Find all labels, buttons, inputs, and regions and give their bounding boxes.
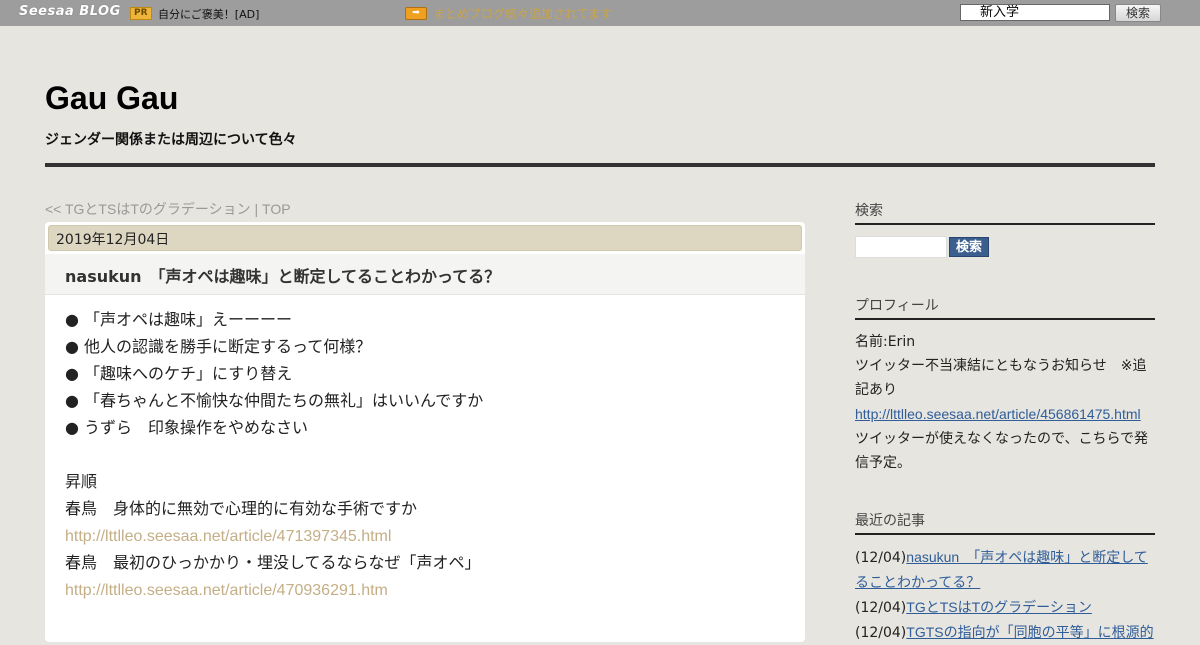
ref-link[interactable]: http://lttlleo.seesaa.net/article/470936…: [65, 582, 388, 599]
post-body: ● 「声オペは趣味」えーーーー ● 他人の認識を勝手に断定するって何様？ ● 「…: [65, 306, 483, 603]
sidebar-search-input[interactable]: [855, 236, 947, 258]
recent-link[interactable]: TGとTSはTのグラデーション: [906, 599, 1092, 615]
ref-text: 春鳥 最初のひっかかり・埋没してるならなぜ「声オペ」: [65, 553, 481, 572]
order-label: 昇順: [65, 472, 98, 491]
sidebar-search-heading: 検索: [855, 200, 1155, 225]
recent-item: (12/04)TGTSの指向が「同胞の平等」に根源的: [855, 620, 1155, 645]
top-link[interactable]: TOP: [262, 201, 291, 217]
top-bar: Seesaa BLOG PR 自分にご褒美！[AD] ➡ まとめブログ続々追加さ…: [0, 0, 1200, 26]
profile-heading: プロフィール: [855, 295, 1155, 320]
header-divider: [45, 163, 1155, 167]
top-search-input[interactable]: 新入学: [960, 4, 1110, 21]
sidebar-search: 検索 検索: [855, 200, 1155, 258]
blog-description: ジェンダー関係または周辺について色々: [45, 132, 297, 148]
blog-post: 2019年12月04日 nasukun 「声オペは趣味」と断定してることわかって…: [45, 222, 805, 642]
sidebar-search-button[interactable]: 検索: [949, 237, 989, 257]
profile-name: 名前:Erin: [855, 334, 916, 350]
sidebar-profile: プロフィール 名前:Erin ツイッター不当凍結にともなうお知らせ ※追記あり …: [855, 295, 1155, 475]
recent-link[interactable]: TGTSの指向が「同胞の平等」に根源的: [906, 624, 1153, 640]
top-search-button[interactable]: 検索: [1115, 4, 1161, 22]
ref-text: 春鳥 身体的に無効で心理的に有効な手術ですか: [65, 499, 418, 518]
bullet-line: ● 他人の認識を勝手に断定するって何様？: [65, 337, 372, 356]
sidebar-recent-posts: 最近の記事 (12/04)nasukun 「声オペは趣味」と断定してることわかっ…: [855, 510, 1155, 645]
bullet-line: ● 「声オペは趣味」えーーーー: [65, 310, 293, 329]
recent-date: (12/04): [855, 625, 907, 641]
arrow-right-icon: ➡: [405, 7, 427, 20]
bullet-line: ● うずら 印象操作をやめなさい: [65, 418, 309, 437]
nav-separator: |: [250, 201, 263, 217]
prev-post-link[interactable]: << TGとTSはTのグラデーション: [45, 201, 251, 217]
post-date: 2019年12月04日: [48, 225, 802, 251]
pr-badge: PR: [130, 7, 152, 20]
recent-date: (12/04): [855, 550, 907, 566]
recent-heading: 最近の記事: [855, 510, 1155, 535]
bullet-line: ● 「趣味へのケチ」にすり替え: [65, 364, 293, 383]
seesaa-blog-logo[interactable]: Seesaa BLOG: [19, 4, 121, 19]
blog-title[interactable]: Gau Gau: [45, 80, 178, 117]
ref-link[interactable]: http://lttlleo.seesaa.net/article/471397…: [65, 528, 391, 545]
post-title[interactable]: nasukun 「声オペは趣味」と断定してることわかってる？: [65, 263, 500, 287]
profile-notice: ツイッター不当凍結にともなうお知らせ ※追記あり: [855, 358, 1147, 398]
recent-item: (12/04)TGとTSはTのグラデーション: [855, 595, 1155, 620]
recent-item: (12/04)nasukun 「声オペは趣味」と断定してることわかってる？: [855, 545, 1155, 595]
pr-ad-link[interactable]: 自分にご褒美！[AD]: [158, 6, 259, 22]
profile-link[interactable]: http://lttlleo.seesaa.net/article/456861…: [855, 406, 1141, 422]
recent-date: (12/04): [855, 600, 907, 616]
promo-link[interactable]: まとめブログ続々追加されてます: [433, 5, 612, 22]
post-navigation: << TGとTSはTのグラデーション | TOP: [45, 199, 291, 219]
profile-note: ツイッターが使えなくなったので、こちらで発信予定。: [855, 431, 1149, 471]
post-title-box: nasukun 「声オペは趣味」と断定してることわかってる？: [45, 254, 805, 295]
bullet-line: ● 「春ちゃんと不愉快な仲間たちの無礼」はいいんですか: [65, 391, 484, 410]
